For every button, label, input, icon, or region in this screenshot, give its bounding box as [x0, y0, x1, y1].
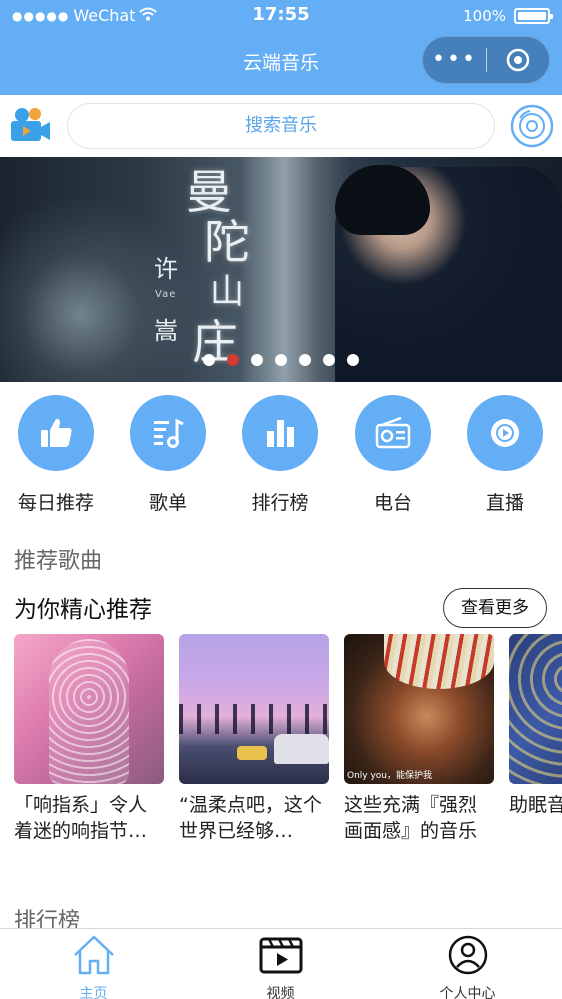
category-radio[interactable]: 电台 [337, 395, 449, 515]
carousel-dot[interactable] [275, 354, 287, 366]
radio-icon [355, 395, 431, 471]
close-mini-program-button[interactable] [487, 47, 549, 73]
cover-art [384, 634, 494, 689]
playlist-card[interactable]: Only you，能保护我 这些充满『强烈画面感』的音乐 [344, 634, 494, 844]
banner-carousel[interactable]: 曼 陀 山 庄 许 嵩 Vae [0, 157, 562, 382]
music-disc-icon[interactable] [510, 104, 554, 148]
search-row: 搜索音乐 [0, 95, 562, 157]
music-app-home: ●●●●● WeChat 17:55 100% 云端音乐 ••• 搜索音乐 曼 … [0, 0, 562, 999]
category-ranking[interactable]: 排行榜 [224, 395, 336, 515]
section-title-recommend: 推荐歌曲 [14, 549, 103, 574]
banner-title-char: 陀 [204, 215, 250, 269]
battery-percent: 100% [463, 7, 506, 25]
playlist-cover [14, 634, 164, 784]
banner-album-title: 曼 陀 山 庄 [186, 167, 256, 367]
thumbs-up-icon [18, 395, 94, 471]
playlist-cover: Only you，能保护我 [344, 634, 494, 784]
banner-artist-char: 嵩 [154, 317, 178, 345]
banner-artist-hair [335, 165, 430, 235]
recommend-subtitle: 为你精心推荐 [14, 597, 152, 623]
mini-program-capsule: ••• [422, 36, 550, 84]
category-label: 每日推荐 [17, 492, 94, 514]
playlist-card[interactable]: 助眠音， [509, 634, 562, 844]
battery-icon [514, 8, 553, 24]
carousel-dot[interactable] [227, 354, 239, 366]
banner-artist-char: 许 [154, 255, 178, 283]
more-menu-button[interactable]: ••• [423, 36, 486, 84]
video-camera-icon[interactable] [8, 103, 52, 147]
category-playlist[interactable]: 歌单 [112, 395, 224, 515]
tab-label: 主页 [79, 986, 108, 999]
cover-caption: Only you，能保护我 [347, 771, 433, 781]
carousel-dot[interactable] [299, 354, 311, 366]
tab-label: 视频 [266, 986, 295, 999]
playlist-name: 这些充满『强烈画面感』的音乐 [344, 794, 478, 842]
cover-art [237, 746, 267, 760]
banner-artist-name: 许 嵩 [150, 245, 182, 355]
banner-waterfall [240, 157, 350, 382]
category-label: 电台 [373, 492, 412, 514]
user-icon [374, 933, 561, 977]
cover-art [179, 704, 329, 734]
tab-label: 个人中心 [439, 986, 496, 999]
playlist-card[interactable]: “温柔点吧，这个世界已经够… [179, 634, 329, 844]
clapperboard-icon [187, 933, 374, 977]
search-input[interactable]: 搜索音乐 [67, 103, 495, 149]
status-bar: ●●●●● WeChat 17:55 100% [0, 0, 562, 32]
cover-art [509, 634, 562, 784]
playlist-card[interactable]: 「响指系」令人着迷的响指节… [14, 634, 164, 844]
live-disc-icon [467, 395, 543, 471]
banner-title-char: 曼 [186, 165, 232, 219]
banner-artist-latin: Vae [155, 289, 177, 300]
target-icon [506, 48, 530, 72]
playlist-icon [130, 395, 206, 471]
playlist-cover [509, 634, 562, 784]
cover-art [49, 639, 129, 784]
view-more-button[interactable]: 查看更多 [443, 588, 547, 628]
category-label: 排行榜 [251, 492, 309, 514]
carousel-dot[interactable] [323, 354, 335, 366]
carousel-dot[interactable] [251, 354, 263, 366]
category-live[interactable]: 直播 [449, 395, 561, 515]
carousel-dot[interactable] [347, 354, 359, 366]
cover-art [274, 734, 329, 764]
recommend-list[interactable]: 「响指系」令人着迷的响指节… “温柔点吧，这个世界已经够… Only you，能… [14, 634, 562, 849]
carousel-dot[interactable] [203, 354, 215, 366]
category-label: 直播 [485, 492, 524, 514]
playlist-name: 「响指系」令人着迷的响指节… [14, 794, 148, 842]
tab-video[interactable]: 视频 [187, 933, 374, 999]
tab-profile[interactable]: 个人中心 [374, 933, 561, 999]
banner-title-char: 山 [210, 272, 244, 312]
bar-chart-icon [242, 395, 318, 471]
top-bar: ●●●●● WeChat 17:55 100% 云端音乐 ••• [0, 0, 562, 95]
tab-home[interactable]: 主页 [0, 933, 187, 999]
playlist-name: 助眠音， [509, 794, 562, 816]
playlist-name: “温柔点吧，这个世界已经够… [179, 794, 322, 842]
home-icon [0, 933, 187, 977]
playlist-cover [179, 634, 329, 784]
bottom-tab-bar: 主页 视频 个人中心 [0, 928, 562, 999]
carousel-indicator [0, 354, 562, 366]
category-nav: 每日推荐 歌单 排行榜 电台 直播 [0, 395, 562, 520]
category-daily[interactable]: 每日推荐 [0, 395, 112, 515]
category-label: 歌单 [148, 492, 187, 514]
status-right: 100% [463, 7, 553, 25]
